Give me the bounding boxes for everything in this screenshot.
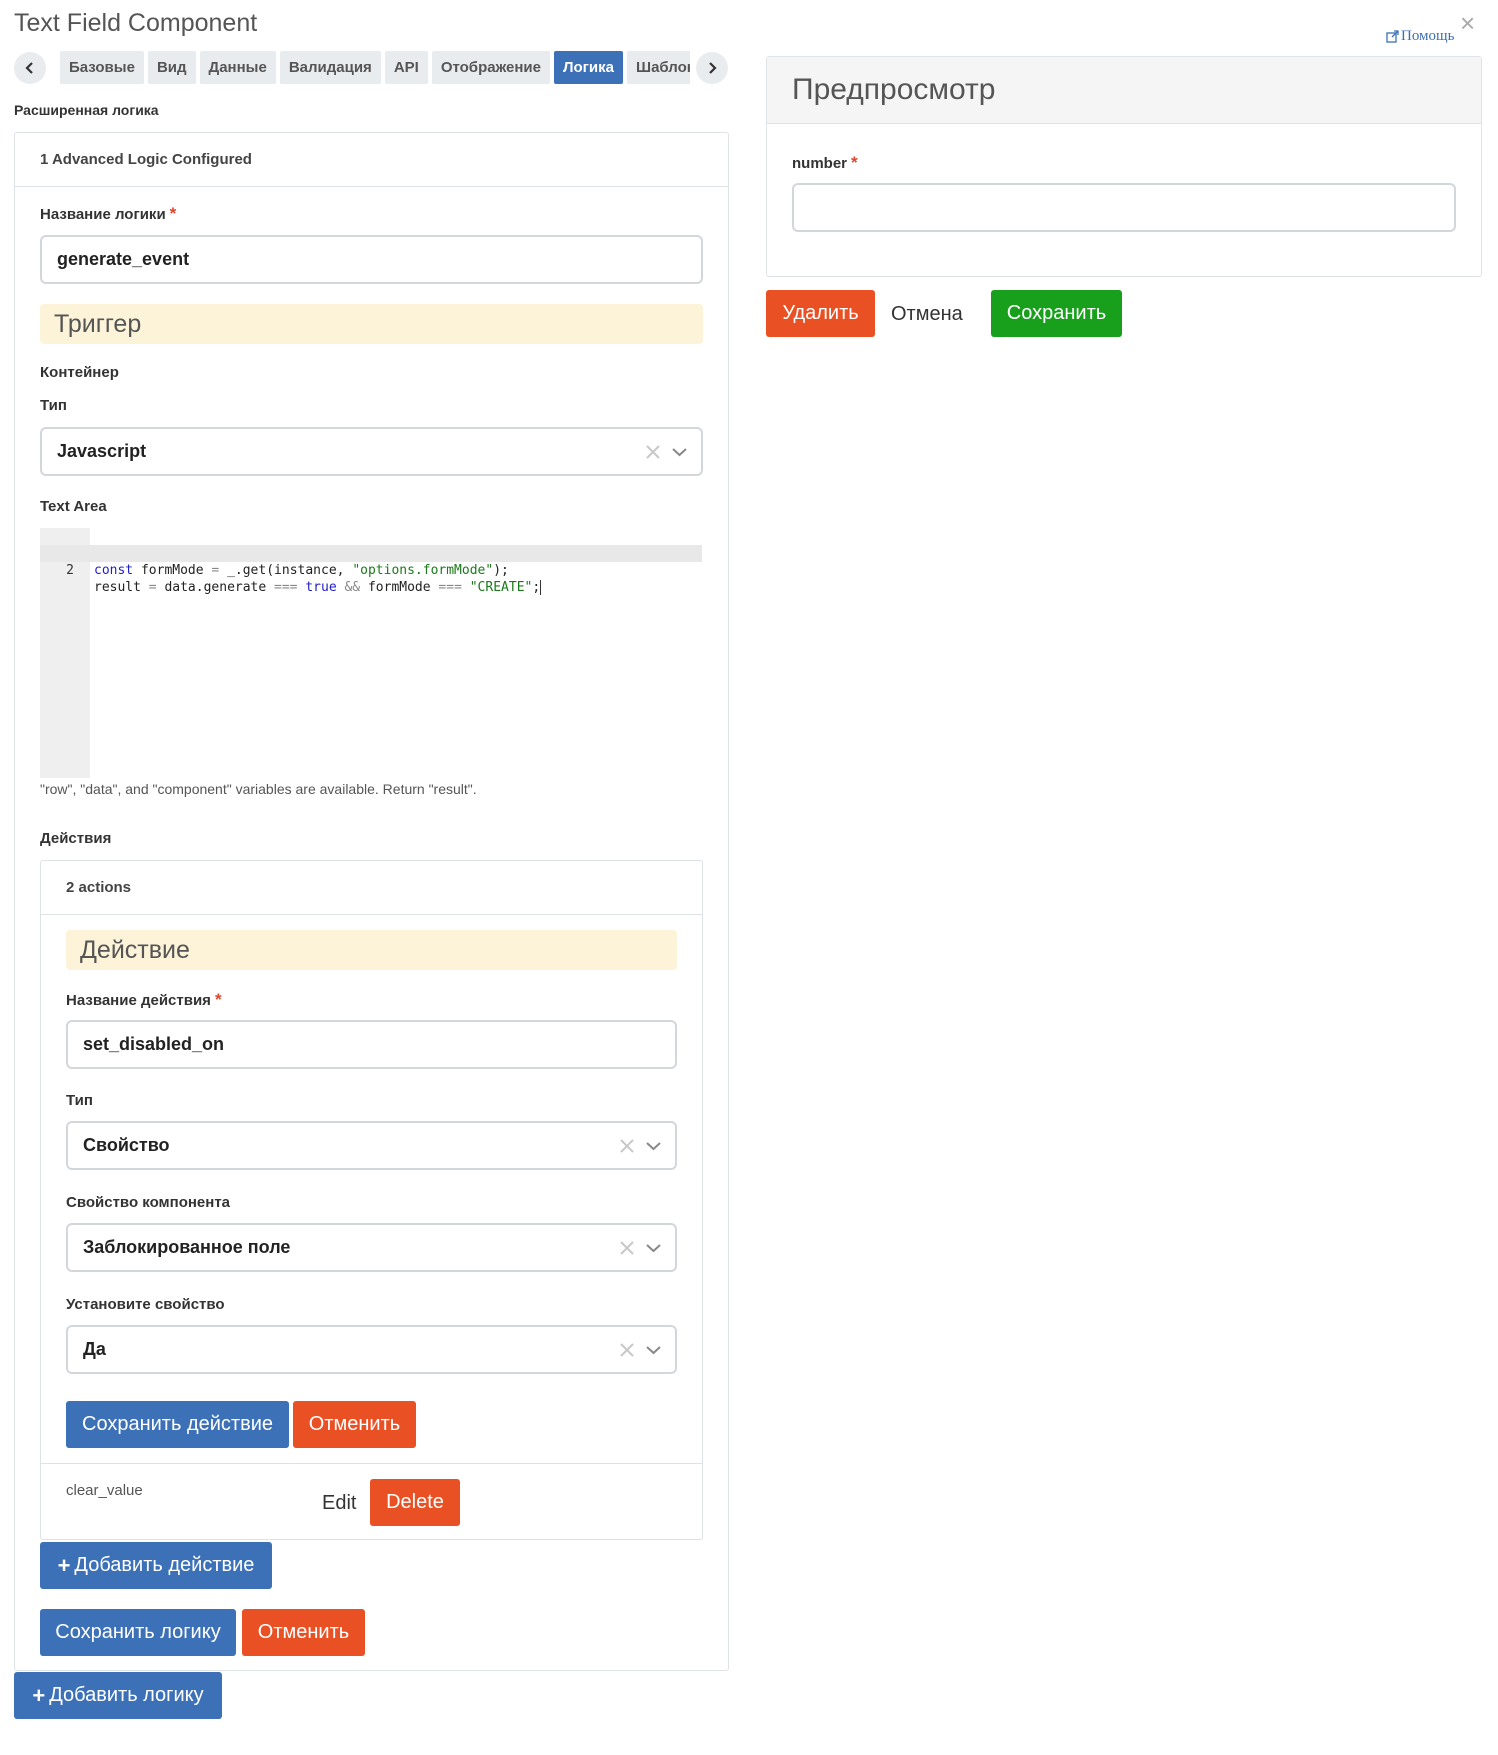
actions-count-header: 2 actions <box>41 861 702 915</box>
chevron-right-icon <box>709 62 717 74</box>
trigger-header: Триггер <box>40 304 703 344</box>
textarea-help-text: "row", "data", and "component" variables… <box>40 781 477 797</box>
close-icon[interactable]: × <box>1460 10 1475 36</box>
code-line: 1 const formMode = _.get(instance, "opti… <box>40 528 702 578</box>
action-type-label: Тип <box>66 1092 93 1109</box>
code-text: result = data.generate === true && formM… <box>94 580 542 595</box>
add-logic-button[interactable]: + Добавить логику <box>14 1672 222 1719</box>
action-name-label: Название действия * <box>66 990 222 1009</box>
required-mark: * <box>169 204 177 223</box>
code-line-active: 2 result = data.generate === true && for… <box>40 545 702 595</box>
component-property-label: Свойство компонента <box>66 1194 231 1211</box>
required-mark: * <box>851 153 858 172</box>
set-property-label: Установите свойство <box>66 1296 225 1313</box>
save-action-button[interactable]: Сохранить действие <box>66 1401 289 1448</box>
preview-number-input[interactable] <box>792 183 1456 232</box>
chevron-down-icon[interactable] <box>646 1141 661 1151</box>
cancel-button[interactable]: Отмена <box>891 303 963 326</box>
modal-title: Text Field Component <box>14 9 258 37</box>
clear-icon[interactable] <box>620 1138 634 1153</box>
action-type-value: Свойство <box>83 1135 170 1155</box>
divider <box>41 1463 702 1464</box>
logic-name-input[interactable]: generate_event <box>40 235 703 284</box>
help-link[interactable]: Помощь <box>1386 28 1454 45</box>
logic-count-header: 1 Advanced Logic Configured <box>15 133 728 187</box>
textarea-label: Text Area <box>40 498 107 515</box>
tab-conditional[interactable]: Отображение <box>431 51 550 84</box>
set-property-value: Да <box>83 1339 106 1359</box>
edit-action-button[interactable]: Edit <box>322 1492 356 1515</box>
cancel-action-button[interactable]: Отменить <box>293 1401 416 1448</box>
container-label: Контейнер <box>40 364 119 381</box>
preview-header: Предпросмотр <box>767 57 1481 124</box>
existing-action-name: clear_value <box>66 1482 143 1499</box>
tab-display[interactable]: Вид <box>147 51 196 84</box>
help-link-label: Помощь <box>1401 28 1455 44</box>
code-editor[interactable]: 1 const formMode = _.get(instance, "opti… <box>40 528 702 778</box>
action-name-input[interactable]: set_disabled_on <box>66 1020 677 1069</box>
cancel-logic-button[interactable]: Отменить <box>242 1609 365 1656</box>
tab-api[interactable]: API <box>384 51 428 84</box>
component-property-select[interactable]: Заблокированное поле <box>66 1223 677 1272</box>
preview-panel: Предпросмотр <box>766 56 1482 277</box>
tab-validation[interactable]: Валидация <box>279 51 381 84</box>
component-property-value: Заблокированное поле <box>83 1237 291 1257</box>
trigger-type-select[interactable]: Javascript <box>40 427 703 476</box>
trigger-type-value: Javascript <box>57 441 147 461</box>
chevron-left-icon <box>25 62 33 74</box>
save-logic-button[interactable]: Сохранить логику <box>40 1609 236 1656</box>
delete-action-button[interactable]: Delete <box>370 1479 460 1526</box>
plus-icon: + <box>32 1682 46 1708</box>
save-button[interactable]: Сохранить <box>991 290 1122 337</box>
tab-basic[interactable]: Базовые <box>60 51 144 84</box>
clear-icon[interactable] <box>620 1342 634 1357</box>
tab-logic[interactable]: Логика <box>553 51 623 84</box>
delete-component-button[interactable]: Удалить <box>766 290 875 337</box>
required-mark: * <box>214 990 222 1009</box>
tabs-next-button[interactable] <box>696 52 728 84</box>
actions-label: Действия <box>40 830 112 847</box>
tab-data[interactable]: Данные <box>199 51 276 84</box>
trigger-type-label: Тип <box>40 397 67 414</box>
advanced-logic-label: Расширенная логика <box>14 102 159 118</box>
preview-field-label: number * <box>792 153 858 172</box>
chevron-down-icon[interactable] <box>646 1243 661 1253</box>
chevron-down-icon[interactable] <box>672 447 687 457</box>
action-header: Действие <box>66 930 677 970</box>
set-property-select[interactable]: Да <box>66 1325 677 1374</box>
chevron-down-icon[interactable] <box>646 1345 661 1355</box>
tabs-prev-button[interactable] <box>14 52 46 84</box>
add-action-button[interactable]: + Добавить действие <box>40 1542 272 1589</box>
code-text: const formMode = _.get(instance, "option… <box>94 563 509 578</box>
logic-name-label: Название логики * <box>40 204 177 223</box>
clear-icon[interactable] <box>646 444 660 459</box>
plus-icon: + <box>57 1552 71 1578</box>
tab-layout[interactable]: Шаблон <box>627 51 690 84</box>
external-link-icon <box>1386 30 1399 43</box>
action-type-select[interactable]: Свойство <box>66 1121 677 1170</box>
line-number: 2 <box>66 563 74 578</box>
tabs-strip: Базовые Вид Данные Валидация API Отображ… <box>60 51 690 84</box>
clear-icon[interactable] <box>620 1240 634 1255</box>
